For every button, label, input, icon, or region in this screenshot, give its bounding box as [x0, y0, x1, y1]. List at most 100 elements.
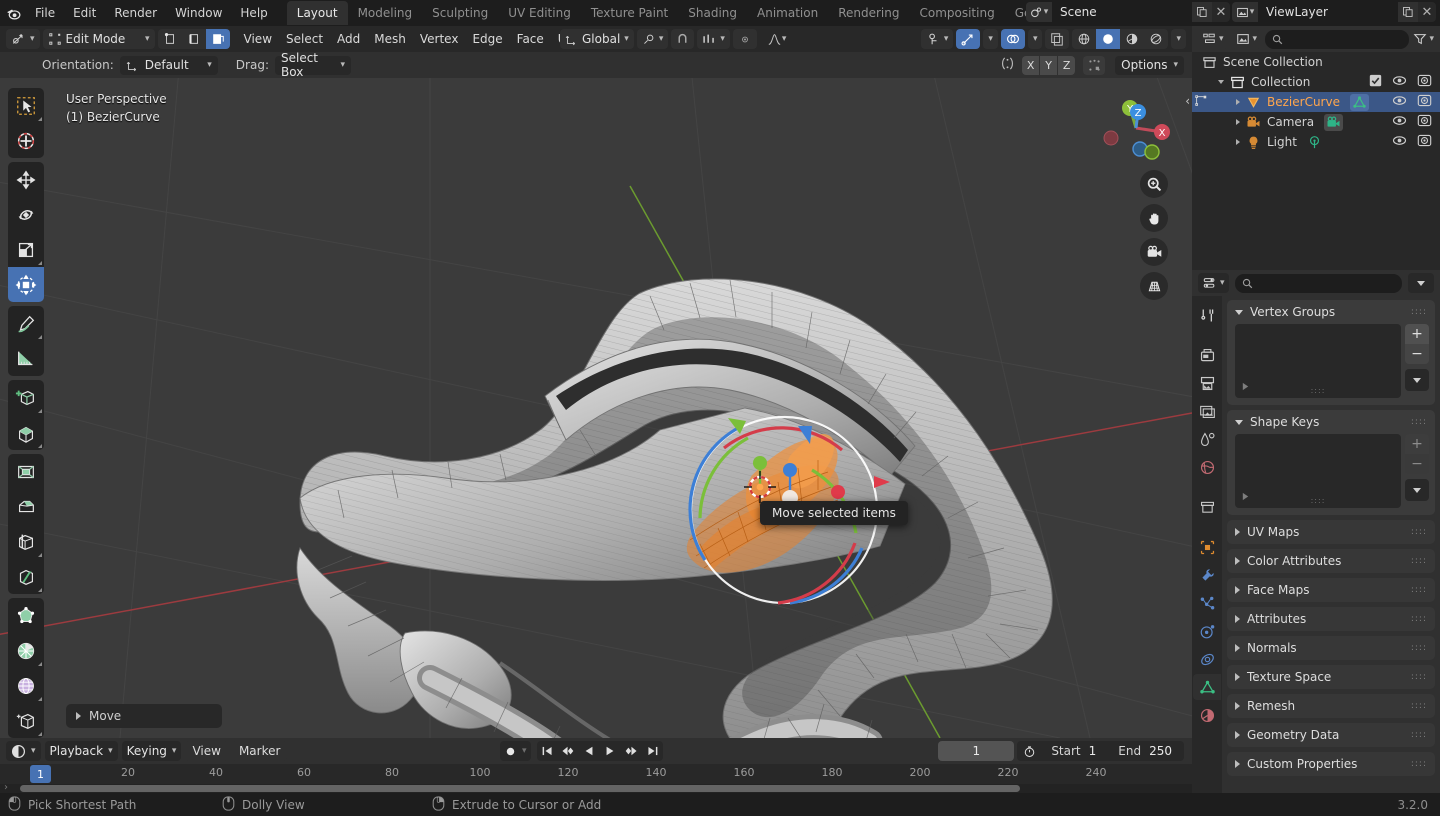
panel-header[interactable]: Attributes:::: — [1227, 607, 1435, 631]
particles-tab[interactable] — [1193, 590, 1221, 616]
physics-tab[interactable] — [1193, 618, 1221, 644]
transform-orientation-selector[interactable]: Global ▾ — [560, 29, 634, 49]
outliner-light-data-icon[interactable] — [1307, 135, 1322, 150]
workspace-tab-sculpting[interactable]: Sculpting — [422, 1, 498, 25]
smooth-tool-button[interactable] — [8, 668, 44, 703]
shear-tool-button[interactable] — [8, 703, 44, 738]
outliner-hide-viewport-icon[interactable] — [1392, 113, 1407, 131]
scene-unlink-button[interactable]: ✕ — [1212, 2, 1230, 22]
panel-toggle-icon[interactable] — [1235, 702, 1240, 710]
workspace-tab-uv-editing[interactable]: UV Editing — [498, 1, 581, 25]
proportional-falloff-icon[interactable] — [732, 29, 757, 49]
move-tool-button[interactable] — [8, 162, 44, 197]
viewport-menu-face[interactable]: Face — [510, 29, 551, 49]
scene-icon[interactable]: ▾ — [1026, 2, 1052, 22]
overlay-options-dropdown[interactable]: ▾ — [1027, 29, 1043, 49]
panel-grip-icon[interactable]: :::: — [1411, 527, 1427, 537]
zoom-view-button[interactable] — [1140, 170, 1168, 198]
timeline-scroll-left-arrow[interactable]: › — [4, 782, 8, 793]
object-data-tab[interactable] — [1193, 674, 1221, 700]
end-frame-value[interactable]: 250 — [1149, 744, 1184, 758]
mirror-axis-y-button[interactable]: Y — [1040, 55, 1058, 75]
panel-toggle-icon[interactable] — [1235, 419, 1243, 425]
collection-tab[interactable] — [1193, 494, 1221, 520]
constraints-tab[interactable] — [1193, 646, 1221, 672]
camera-view-button[interactable] — [1140, 238, 1168, 266]
move-view-button[interactable] — [1140, 204, 1168, 232]
viewport-menu-mesh[interactable]: Mesh — [367, 29, 413, 49]
panel-header[interactable]: Vertex Groups:::: — [1227, 300, 1435, 324]
scene-tab[interactable] — [1193, 426, 1221, 452]
outliner-expander[interactable] — [1218, 80, 1224, 84]
panel-header[interactable]: Normals:::: — [1227, 636, 1435, 660]
outliner-editor-type-selector[interactable]: ▾ — [1198, 29, 1228, 49]
knife-tool-button[interactable] — [8, 559, 44, 594]
object-tab[interactable] — [1193, 534, 1221, 560]
panel-header[interactable]: Shape Keys:::: — [1227, 410, 1435, 434]
viewport-sidebar-toggle-icon[interactable]: ‹ — [1185, 94, 1190, 108]
viewlayer-selector[interactable]: ▾ ViewLayer ✕ — [1232, 2, 1436, 22]
outliner-camera-data-icon[interactable] — [1324, 113, 1344, 131]
panel-grip-icon[interactable]: :::: — [1411, 556, 1427, 566]
outliner-hide-viewport-icon[interactable] — [1392, 73, 1407, 91]
wireframe-shading-button[interactable] — [1072, 29, 1096, 49]
mirror-axis-z-button[interactable]: Z — [1058, 55, 1076, 75]
measure-tool-button[interactable] — [8, 341, 44, 376]
overlays-toggle-button[interactable] — [1000, 29, 1025, 49]
gizmo-options-dropdown[interactable]: ▾ — [983, 29, 998, 49]
outliner-disable-render-icon[interactable] — [1417, 93, 1432, 111]
list-specials-menu[interactable] — [1405, 369, 1429, 391]
world-tab[interactable] — [1193, 454, 1221, 480]
panel-grip-icon[interactable]: :::: — [1411, 759, 1427, 769]
outliner-expander[interactable] — [1236, 139, 1240, 145]
viewport-menu-vertex[interactable]: Vertex — [413, 29, 466, 49]
outliner-expander[interactable] — [1236, 99, 1240, 105]
workspace-tab-layout[interactable]: Layout — [286, 1, 348, 25]
viewlayer-new-icon[interactable] — [1398, 2, 1418, 22]
list-add-button[interactable]: + — [1405, 324, 1429, 344]
outliner-disable-render-icon[interactable] — [1417, 133, 1432, 151]
solid-shading-button[interactable] — [1096, 29, 1121, 49]
orientation-dropdown[interactable]: Default ▾ — [119, 55, 218, 75]
next-keyframe-button[interactable] — [621, 741, 642, 761]
outliner-row-camera[interactable]: Camera — [1192, 112, 1440, 132]
menu-help[interactable]: Help — [231, 3, 276, 23]
toggle-perspective-button[interactable] — [1140, 272, 1168, 300]
edge-select-mode-button[interactable] — [182, 29, 206, 49]
use-preview-range-icon[interactable] — [1017, 745, 1041, 758]
viewport-menu-view[interactable]: View — [237, 29, 279, 49]
bevel-tool-button[interactable] — [8, 489, 44, 524]
keying-menu[interactable]: Keying ▾ — [121, 741, 182, 761]
blender-logo-icon[interactable] — [0, 0, 26, 26]
panel-header[interactable]: Color Attributes:::: — [1227, 549, 1435, 573]
panel-toggle-icon[interactable] — [1235, 615, 1240, 623]
viewport-menu-add[interactable]: Add — [330, 29, 367, 49]
outliner-row-light[interactable]: Light — [1192, 132, 1440, 152]
timeline-editor-type-selector[interactable]: ▾ — [6, 741, 41, 761]
tool-tab[interactable] — [1193, 302, 1221, 328]
outliner-hide-viewport-icon[interactable] — [1392, 93, 1407, 111]
list-add-button[interactable]: + — [1405, 434, 1429, 454]
panel-header[interactable]: Face Maps:::: — [1227, 578, 1435, 602]
panel-grip-icon[interactable]: :::: — [1411, 307, 1427, 317]
pivot-point-selector[interactable]: ▾ — [636, 29, 669, 49]
mirror-axis-x-button[interactable]: X — [1022, 55, 1040, 75]
previous-keyframe-button[interactable] — [558, 741, 579, 761]
add-cube-tool-button[interactable] — [8, 380, 44, 415]
outliner-row-collection[interactable]: Collection — [1192, 72, 1440, 92]
viewport-menu-edge[interactable]: Edge — [465, 29, 509, 49]
list-expand-icon[interactable] — [1241, 380, 1250, 394]
panel-grip-icon[interactable]: :::: — [1411, 672, 1427, 682]
outliner-expander[interactable] — [1236, 119, 1240, 125]
menu-file[interactable]: File — [26, 3, 64, 23]
topology-mirror-button[interactable] — [1083, 55, 1106, 75]
snap-magnet-icon[interactable] — [671, 29, 695, 49]
outliner-restrict-select-icon[interactable] — [1194, 94, 1208, 111]
play-button[interactable] — [600, 741, 621, 761]
jump-to-end-button[interactable] — [642, 741, 663, 761]
list-expand-icon[interactable] — [1241, 490, 1250, 504]
list-box[interactable]: :::: — [1235, 434, 1401, 508]
editor-type-selector[interactable]: ▾ — [6, 29, 40, 49]
outliner-disable-render-icon[interactable] — [1417, 73, 1432, 91]
workspace-tab-modeling[interactable]: Modeling — [348, 1, 423, 25]
